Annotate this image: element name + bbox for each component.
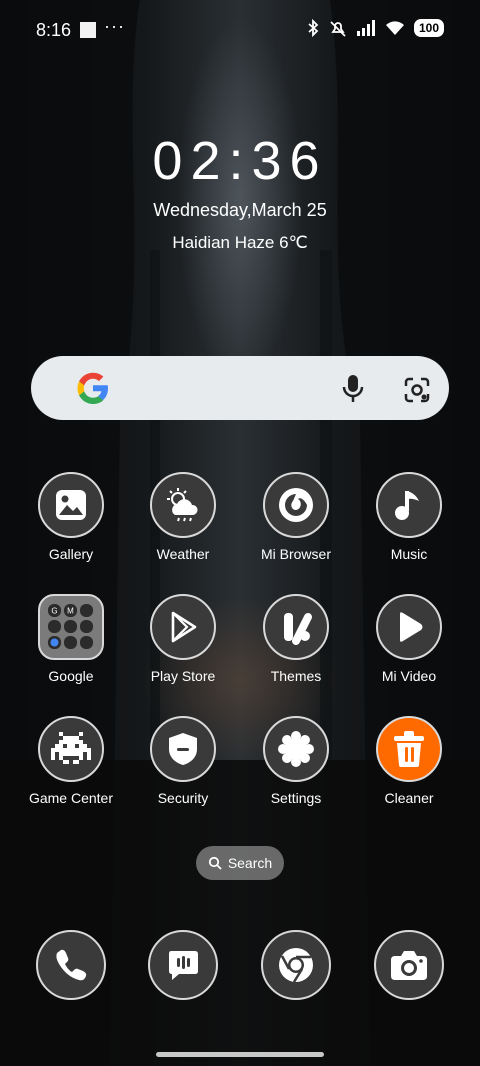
google-search-bar[interactable] xyxy=(31,356,449,420)
app-label: Mi Browser xyxy=(260,546,331,562)
more-notifications-icon: ··· xyxy=(104,16,125,36)
battery-icon: 100 xyxy=(413,19,444,37)
app-label: Cleaner xyxy=(384,790,434,806)
camera-icon xyxy=(374,930,444,1000)
google-folder-icon: GM xyxy=(38,594,104,660)
notification-square-icon xyxy=(80,22,96,38)
signal-icon xyxy=(356,20,375,36)
clock-widget[interactable]: 02:36 Wednesday,March 25 Haidian Haze 6℃ xyxy=(0,130,480,253)
app-folder-google[interactable]: GM Google xyxy=(16,594,126,684)
dock-chrome[interactable] xyxy=(241,930,351,1000)
app-label: Security xyxy=(157,790,209,806)
mute-icon xyxy=(330,21,346,37)
clock-date: Wednesday,March 25 xyxy=(153,200,327,220)
lens-icon[interactable] xyxy=(403,376,431,404)
dock-camera[interactable] xyxy=(354,930,464,1000)
video-icon xyxy=(376,594,442,660)
app-mi-video[interactable]: Mi Video xyxy=(354,594,464,684)
app-label: Google xyxy=(48,668,94,684)
search-pill-label: Search xyxy=(227,855,273,871)
app-play-store[interactable]: Play Store xyxy=(128,594,238,684)
browser-icon xyxy=(263,472,329,538)
app-label: Game Center xyxy=(28,790,114,806)
clock-weather: Haidian Haze 6℃ xyxy=(172,233,308,252)
app-search-button[interactable]: Search xyxy=(196,846,284,880)
chrome-icon xyxy=(261,930,331,1000)
svg-text:M: M xyxy=(67,607,74,616)
google-logo xyxy=(77,372,108,404)
svg-text:G: G xyxy=(51,607,57,616)
status-time: 8:16 xyxy=(36,20,72,40)
music-icon xyxy=(376,472,442,538)
dock-phone[interactable] xyxy=(16,930,126,1000)
app-label: Weather xyxy=(156,546,210,562)
app-themes[interactable]: Themes xyxy=(241,594,351,684)
wifi-icon xyxy=(385,21,404,35)
app-music[interactable]: Music xyxy=(354,472,464,562)
app-label: Themes xyxy=(270,668,322,684)
security-icon xyxy=(150,716,216,782)
bluetooth-icon xyxy=(308,19,319,37)
game-center-icon xyxy=(38,716,104,782)
app-label: Play Store xyxy=(150,668,216,684)
app-label: Music xyxy=(390,546,428,562)
app-label: Mi Video xyxy=(381,668,437,684)
cleaner-icon xyxy=(376,716,442,782)
status-icons: 100 xyxy=(306,19,444,37)
play-store-icon xyxy=(150,594,216,660)
app-label: Settings xyxy=(270,790,322,806)
app-settings[interactable]: Settings xyxy=(241,716,351,806)
app-cleaner[interactable]: Cleaner xyxy=(354,716,464,806)
app-weather[interactable]: Weather xyxy=(128,472,238,562)
weather-icon xyxy=(150,472,216,538)
search-icon xyxy=(208,856,222,870)
themes-icon xyxy=(263,594,329,660)
status-bar: 8:16 ··· 100 xyxy=(0,0,480,60)
app-mi-browser[interactable]: Mi Browser xyxy=(241,472,351,562)
phone-icon xyxy=(36,930,106,1000)
app-label: Gallery xyxy=(48,546,94,562)
app-security[interactable]: Security xyxy=(128,716,238,806)
settings-icon xyxy=(263,716,329,782)
app-game-center[interactable]: Game Center xyxy=(16,716,126,806)
clock-time: 02:36 xyxy=(152,131,328,191)
app-gallery[interactable]: Gallery xyxy=(16,472,126,562)
gesture-nav-bar[interactable] xyxy=(156,1052,324,1057)
mic-icon[interactable] xyxy=(341,374,365,404)
dock-messages[interactable] xyxy=(128,930,238,1000)
messages-icon xyxy=(148,930,218,1000)
gallery-icon xyxy=(38,472,104,538)
